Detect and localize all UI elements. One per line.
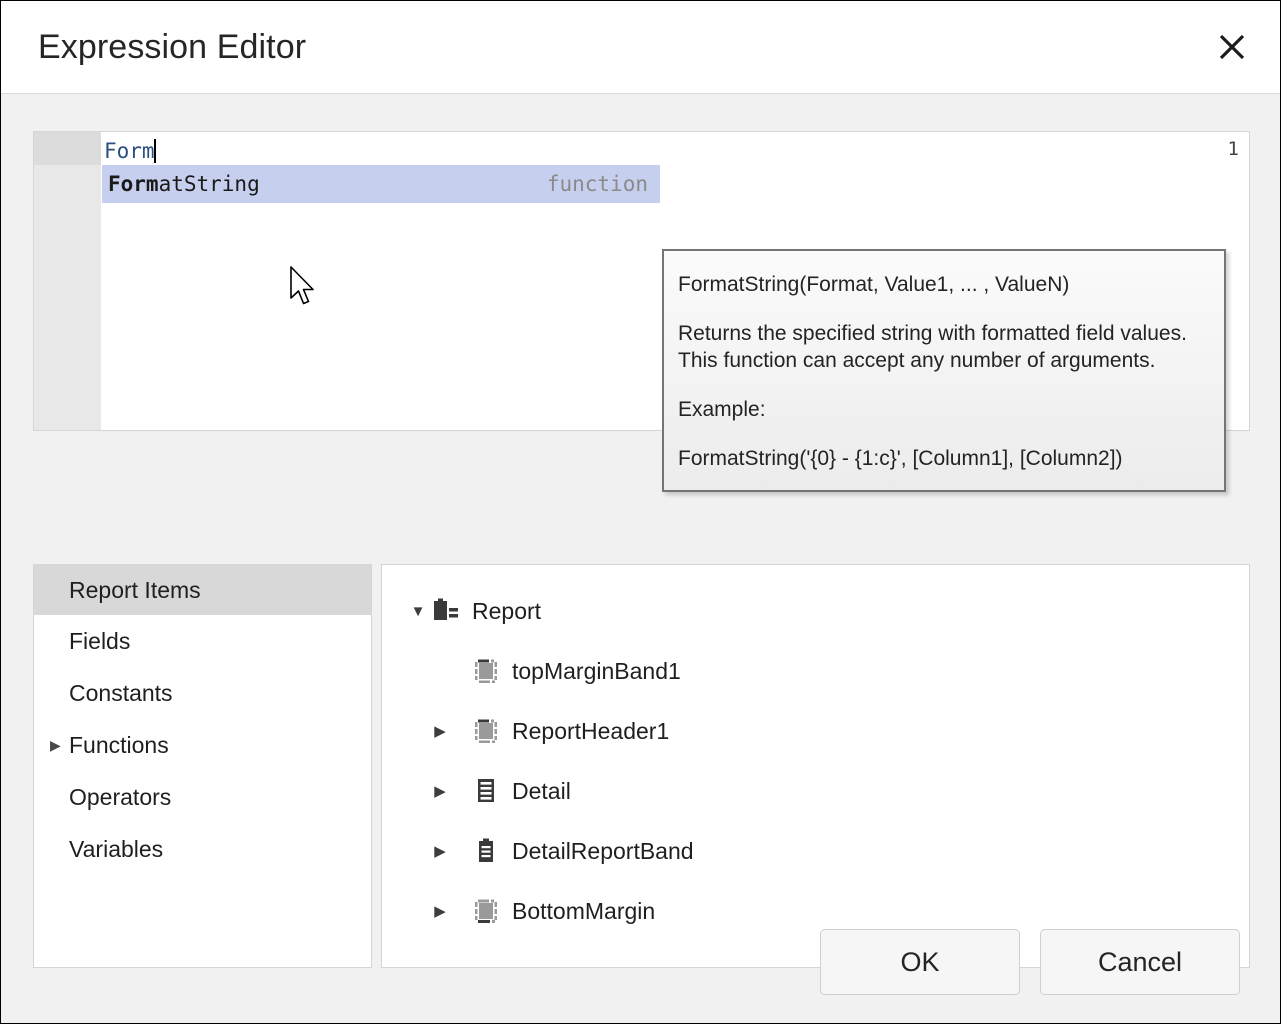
tree-row-detail[interactable]: ▶ Detail [382,761,1249,821]
cancel-button[interactable]: Cancel [1040,929,1240,995]
chevron-right-icon-functions[interactable]: ▶ [50,738,61,752]
dialog-body: 1 Form FormatString function FormatStrin… [1,94,1280,1023]
tooltip-example-code: FormatString('{0} - {1:c}', [Column1], [… [678,445,1206,472]
category-item-constants[interactable]: Constants [34,667,371,719]
autocomplete-tooltip: FormatString(Format, Value1, ... , Value… [662,249,1226,492]
margin-band-icon [472,718,500,744]
tree-node-label: Detail [512,778,571,805]
tree-node-label: Report [472,598,541,625]
category-item-label: Fields [69,628,130,655]
tree-node-label: topMarginBand1 [512,658,681,685]
tooltip-description-line-1: Returns the specified string with format… [678,320,1206,347]
chevron-right-icon-bottommargin[interactable]: ▶ [426,904,454,919]
category-item-operators[interactable]: Operators [34,771,371,823]
autocomplete-match: Form [108,172,159,196]
category-item-fields[interactable]: Fields [34,615,371,667]
autocomplete-item-formatstring[interactable]: FormatString function [102,165,660,203]
chevron-down-icon-report[interactable]: ▼ [404,604,432,619]
autocomplete-item-label: FormatString [108,172,260,196]
dialog-titlebar: Expression Editor [1,1,1280,94]
chevron-right-icon-detail[interactable]: ▶ [426,784,454,799]
category-item-label: Variables [69,836,163,863]
code-line-text: Form [104,139,156,163]
tree-row-report[interactable]: ▼ Report [382,581,1249,641]
tree-row-topmarginband1[interactable]: topMarginBand1 [382,641,1249,701]
tooltip-spacer-2 [678,374,1206,396]
category-item-variables[interactable]: Variables [34,823,371,875]
tooltip-example-label: Example: [678,396,1206,423]
category-header-report-items[interactable]: Report Items [34,565,371,615]
line-number: 1 [1228,137,1239,161]
code-text: Form [104,139,155,163]
category-list-panel: Report Items Fields Constants ▶ Function… [33,564,372,968]
editor-gutter-active-line [34,132,101,165]
ok-button[interactable]: OK [820,929,1020,995]
text-caret [154,139,156,163]
page-title: Expression Editor [38,28,306,67]
tree-node-label: BottomMargin [512,898,655,925]
detail-band-icon [472,778,500,804]
editor-gutter [34,132,101,430]
category-item-label: Operators [69,784,171,811]
tree-node-label: ReportHeader1 [512,718,669,745]
tooltip-spacer [678,298,1206,320]
tree-node-label: DetailReportBand [512,838,694,865]
tooltip-description-line-2: This function can accept any number of a… [678,347,1206,374]
autocomplete-rest: atString [159,172,260,196]
tooltip-spacer-3 [678,423,1206,445]
category-item-label: Functions [69,732,169,759]
category-item-label: Constants [69,680,173,707]
chevron-right-icon-detailreportband[interactable]: ▶ [426,844,454,859]
tooltip-signature: FormatString(Format, Value1, ... , Value… [678,271,1206,298]
detail-report-band-icon [472,838,500,864]
margin-band-icon [472,898,500,924]
report-tree-panel: ▼ Report [381,564,1250,968]
tree-row-reportheader1[interactable]: ▶ ReportH [382,701,1249,761]
autocomplete-list[interactable]: FormatString function [102,165,660,203]
category-item-functions[interactable]: ▶ Functions [34,719,371,771]
margin-band-icon [472,658,500,684]
tree-row-detailreportband[interactable]: ▶ DetailReportBand [382,821,1249,881]
autocomplete-item-kind: function [547,172,648,196]
dialog-footer: OK Cancel [1,929,1281,995]
report-icon [432,598,460,624]
expression-editor-dialog: Expression Editor 1 Form FormatString fu… [0,0,1281,1024]
close-icon[interactable] [1210,25,1254,69]
chevron-right-icon-reportheader1[interactable]: ▶ [426,724,454,739]
